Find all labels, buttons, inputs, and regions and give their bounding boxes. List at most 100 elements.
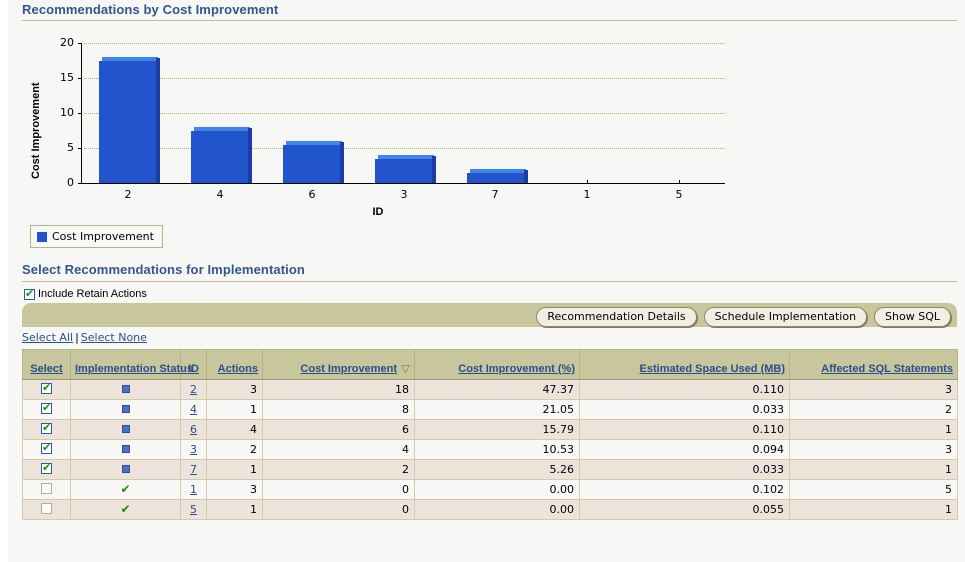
bar[interactable] xyxy=(283,145,340,183)
status-complete-icon: ✔ xyxy=(120,502,130,516)
row-select-checkbox[interactable] xyxy=(41,503,52,514)
cell-id[interactable]: 6 xyxy=(181,420,207,440)
col-header-affected-sql-statements[interactable]: Affected SQL Statements xyxy=(790,350,958,380)
cell-estimated-space-used: 0.055 xyxy=(580,500,790,520)
col-header-select[interactable]: Select xyxy=(23,350,71,380)
cell-id[interactable]: 7 xyxy=(181,460,207,480)
table-row[interactable]: 7125.260.0331 xyxy=(23,460,958,480)
recommendation-id-link[interactable]: 4 xyxy=(190,403,197,416)
recommendation-id-link[interactable]: 6 xyxy=(190,423,197,436)
gridline xyxy=(84,148,725,149)
cell-id[interactable]: 1 xyxy=(181,480,207,500)
recommendation-id-link[interactable]: 1 xyxy=(190,483,197,496)
recommendation-id-link[interactable]: 7 xyxy=(190,463,197,476)
recommendation-details-button[interactable]: Recommendation Details xyxy=(536,307,696,327)
cell-affected-sql-statements: 2 xyxy=(790,400,958,420)
include-retain-actions-row[interactable]: Include Retain Actions xyxy=(24,288,147,300)
cell-actions: 1 xyxy=(207,460,263,480)
cell-implementation-status xyxy=(71,420,181,440)
col-header-implementation-status[interactable]: Implementation Status xyxy=(71,350,181,380)
sort-descending-icon[interactable] xyxy=(401,364,410,372)
select-all-link[interactable]: Select All xyxy=(22,331,73,344)
bar[interactable] xyxy=(191,131,248,183)
y-tick-label: 10 xyxy=(32,106,74,119)
cell-actions: 3 xyxy=(207,380,263,400)
cell-id[interactable]: 4 xyxy=(181,400,207,420)
cell-affected-sql-statements: 1 xyxy=(790,500,958,520)
table-row[interactable]: ✔5100.000.0551 xyxy=(23,500,958,520)
recommendation-id-link[interactable]: 2 xyxy=(190,383,197,396)
col-header-estimated-space-used[interactable]: Estimated Space Used (MB) xyxy=(580,350,790,380)
select-separator: | xyxy=(73,331,81,344)
row-select-checkbox[interactable] xyxy=(41,383,52,394)
cell-select[interactable] xyxy=(23,460,71,480)
table-section-title: Select Recommendations for Implementatio… xyxy=(22,262,305,277)
show-sql-button[interactable]: Show SQL xyxy=(874,307,951,327)
cell-affected-sql-statements: 3 xyxy=(790,440,958,460)
table-title-rule xyxy=(22,281,957,282)
cell-select[interactable] xyxy=(23,480,71,500)
cell-estimated-space-used: 0.110 xyxy=(580,380,790,400)
x-tick-label: 5 xyxy=(649,188,709,201)
bar-side-face xyxy=(248,128,252,183)
col-header-cost-improvement-pct[interactable]: Cost Improvement (%) xyxy=(415,350,580,380)
recommendation-id-link[interactable]: 3 xyxy=(190,443,197,456)
cost-improvement-bar-chart: Cost Improvement 05101520 2463715 ID xyxy=(8,24,768,219)
bar[interactable] xyxy=(467,173,524,183)
cell-select[interactable] xyxy=(23,400,71,420)
cell-cost-improvement: 2 xyxy=(263,460,415,480)
chart-title-rule xyxy=(22,20,957,21)
bar[interactable] xyxy=(375,159,432,183)
status-pending-icon xyxy=(122,385,130,393)
cell-cost-improvement: 0 xyxy=(263,480,415,500)
cell-select[interactable] xyxy=(23,440,71,460)
bar[interactable] xyxy=(99,61,156,183)
row-select-checkbox[interactable] xyxy=(41,423,52,434)
row-select-checkbox[interactable] xyxy=(41,463,52,474)
include-retain-actions-checkbox[interactable] xyxy=(24,289,35,300)
cell-actions: 1 xyxy=(207,400,263,420)
cell-cost-improvement: 6 xyxy=(263,420,415,440)
status-complete-icon: ✔ xyxy=(120,482,130,496)
chart-section-title: Recommendations by Cost Improvement xyxy=(22,2,278,17)
chart-x-axis xyxy=(81,183,725,184)
chart-y-axis xyxy=(81,43,82,184)
cell-estimated-space-used: 0.102 xyxy=(580,480,790,500)
recommendation-id-link[interactable]: 5 xyxy=(190,503,197,516)
cell-actions: 3 xyxy=(207,480,263,500)
cell-implementation-status: ✔ xyxy=(71,500,181,520)
page-body: Recommendations by Cost Improvement Cost… xyxy=(8,0,965,562)
cell-select[interactable] xyxy=(23,500,71,520)
col-header-select-label: Select xyxy=(30,363,62,375)
status-pending-icon xyxy=(122,405,130,413)
table-row[interactable]: 41821.050.0332 xyxy=(23,400,958,420)
select-none-link[interactable]: Select None xyxy=(81,331,147,344)
col-header-actions[interactable]: Actions xyxy=(207,350,263,380)
table-header-row: Select Implementation Status ID Actions … xyxy=(23,350,958,380)
table-row[interactable]: ✔1300.000.1025 xyxy=(23,480,958,500)
col-header-cost-improvement[interactable]: Cost Improvement xyxy=(263,350,415,380)
cell-id[interactable]: 5 xyxy=(181,500,207,520)
cell-select[interactable] xyxy=(23,420,71,440)
cell-estimated-space-used: 0.033 xyxy=(580,460,790,480)
cell-affected-sql-statements: 1 xyxy=(790,460,958,480)
cell-affected-sql-statements: 3 xyxy=(790,380,958,400)
x-tick-label: 2 xyxy=(98,188,158,201)
schedule-implementation-button[interactable]: Schedule Implementation xyxy=(704,307,867,327)
table-row[interactable]: 64615.790.1101 xyxy=(23,420,958,440)
row-select-checkbox[interactable] xyxy=(41,403,52,414)
table-row[interactable]: 32410.530.0943 xyxy=(23,440,958,460)
cell-id[interactable]: 3 xyxy=(181,440,207,460)
row-select-checkbox[interactable] xyxy=(41,443,52,454)
chart-legend: Cost Improvement xyxy=(30,225,163,248)
row-select-checkbox[interactable] xyxy=(41,483,52,494)
zero-bar-marker xyxy=(587,180,588,183)
bar-top-face xyxy=(102,57,158,61)
table-row[interactable]: 231847.370.1103 xyxy=(23,380,958,400)
cell-id[interactable]: 2 xyxy=(181,380,207,400)
cell-select[interactable] xyxy=(23,380,71,400)
cell-estimated-space-used: 0.094 xyxy=(580,440,790,460)
gridline xyxy=(84,78,725,79)
cell-cost-improvement-pct: 21.05 xyxy=(415,400,580,420)
col-header-implementation-status-label: Implementation Status xyxy=(75,363,193,375)
